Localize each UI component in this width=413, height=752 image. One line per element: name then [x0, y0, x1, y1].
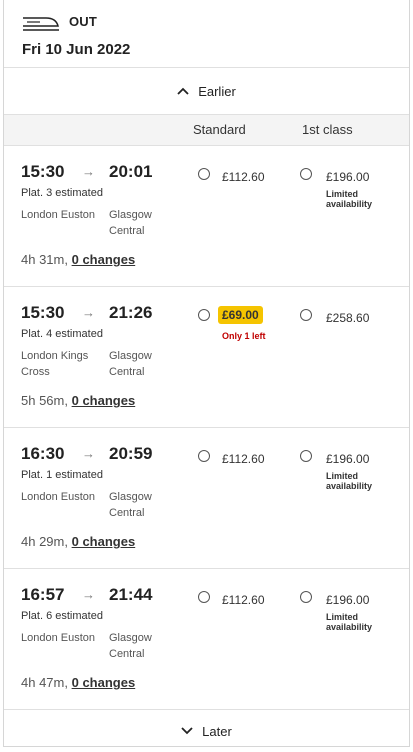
first-class-fare-price: £196.00: [326, 593, 370, 607]
changes-link[interactable]: 0 changes: [72, 252, 136, 267]
arrival-time: 21:44: [109, 585, 153, 604]
standard-fare-radio[interactable]: [198, 309, 210, 321]
duration-text: 4h 47m,: [21, 675, 68, 690]
standard-fare-price: £112.60: [222, 593, 265, 607]
departure-time: 15:30: [21, 303, 65, 322]
journey-row: 16:30 → 20:59 Plat. 1 estimated London E…: [4, 428, 409, 569]
journey-row: 15:30 → 20:01 Plat. 3 estimated London E…: [4, 146, 409, 287]
duration-text: 5h 56m,: [21, 393, 68, 408]
destination-station: Glasgow Central: [109, 350, 152, 378]
first-class-fare-note: Limited availability: [326, 189, 373, 209]
first-class-fare-note: Limited availability: [326, 471, 373, 491]
first-class-fare-radio[interactable]: [300, 168, 312, 180]
later-label: Later: [202, 723, 232, 739]
travel-date: Fri 10 Jun 2022: [22, 41, 131, 58]
journey-list: 15:30 → 20:01 Plat. 3 estimated London E…: [4, 146, 409, 710]
later-button[interactable]: Later: [4, 710, 409, 752]
journey-results-panel: OUT Fri 10 Jun 2022 Earlier Standard 1st…: [3, 0, 410, 747]
earlier-label: Earlier: [198, 83, 236, 99]
journey-duration: 4h 47m, 0 changes: [21, 675, 135, 690]
destination-station: Glasgow Central: [109, 491, 152, 519]
direction-label: OUT: [69, 14, 98, 29]
journey-header: OUT Fri 10 Jun 2022: [4, 0, 409, 67]
first-class-fare-radio[interactable]: [300, 450, 312, 462]
destination-station: Glasgow Central: [109, 209, 152, 237]
journey-row: 15:30 → 21:26 Plat. 4 estimated London K…: [4, 287, 409, 428]
standard-fare-radio[interactable]: [198, 591, 210, 603]
origin-station: London Euston: [21, 632, 96, 644]
first-class-fare-price: £258.60: [326, 311, 370, 325]
duration-text: 4h 31m,: [21, 252, 68, 267]
duration-text: 4h 29m,: [21, 534, 68, 549]
standard-column-header: Standard: [193, 122, 246, 137]
first-class-fare-price: £196.00: [326, 452, 370, 466]
standard-fare-price: £69.00: [218, 306, 263, 324]
departure-time: 15:30: [21, 162, 65, 181]
departure-time: 16:57: [21, 585, 65, 604]
arrival-time: 20:59: [109, 444, 153, 463]
first-class-fare-price: £196.00: [326, 170, 370, 184]
standard-fare-note: Only 1 left: [222, 331, 266, 341]
changes-link[interactable]: 0 changes: [72, 393, 136, 408]
departure-time: 16:30: [21, 444, 65, 463]
first-class-fare-note: Limited availability: [326, 612, 373, 632]
chevron-up-icon: [177, 87, 189, 95]
first-class-column-header: 1st class: [302, 122, 353, 137]
arrow-icon: →: [82, 446, 95, 461]
origin-station: London Euston: [21, 209, 96, 221]
standard-fare-radio[interactable]: [198, 450, 210, 462]
arrow-icon: →: [82, 305, 95, 320]
journey-row: 16:57 → 21:44 Plat. 6 estimated London E…: [4, 569, 409, 710]
arrival-time: 20:01: [109, 162, 153, 181]
train-icon: [23, 17, 59, 31]
changes-link[interactable]: 0 changes: [72, 675, 136, 690]
standard-fare-price: £112.60: [222, 170, 265, 184]
destination-station: Glasgow Central: [109, 632, 152, 660]
changes-link[interactable]: 0 changes: [72, 534, 136, 549]
origin-station: London Euston: [21, 491, 96, 503]
journey-duration: 4h 31m, 0 changes: [21, 252, 135, 267]
arrow-icon: →: [82, 587, 95, 602]
arrival-time: 21:26: [109, 303, 153, 322]
journey-duration: 5h 56m, 0 changes: [21, 393, 135, 408]
platform-info: Plat. 6 estimated: [21, 610, 103, 622]
standard-fare-radio[interactable]: [198, 168, 210, 180]
arrow-icon: →: [82, 164, 95, 179]
platform-info: Plat. 4 estimated: [21, 328, 103, 340]
first-class-fare-radio[interactable]: [300, 591, 312, 603]
platform-info: Plat. 1 estimated: [21, 469, 103, 481]
fare-class-header: Standard 1st class: [4, 114, 409, 146]
first-class-fare-radio[interactable]: [300, 309, 312, 321]
platform-info: Plat. 3 estimated: [21, 187, 103, 199]
origin-station: London Kings Cross: [21, 350, 89, 378]
journey-duration: 4h 29m, 0 changes: [21, 534, 135, 549]
chevron-down-icon: [181, 727, 193, 735]
earlier-button[interactable]: Earlier: [4, 67, 409, 114]
standard-fare-price: £112.60: [222, 452, 265, 466]
